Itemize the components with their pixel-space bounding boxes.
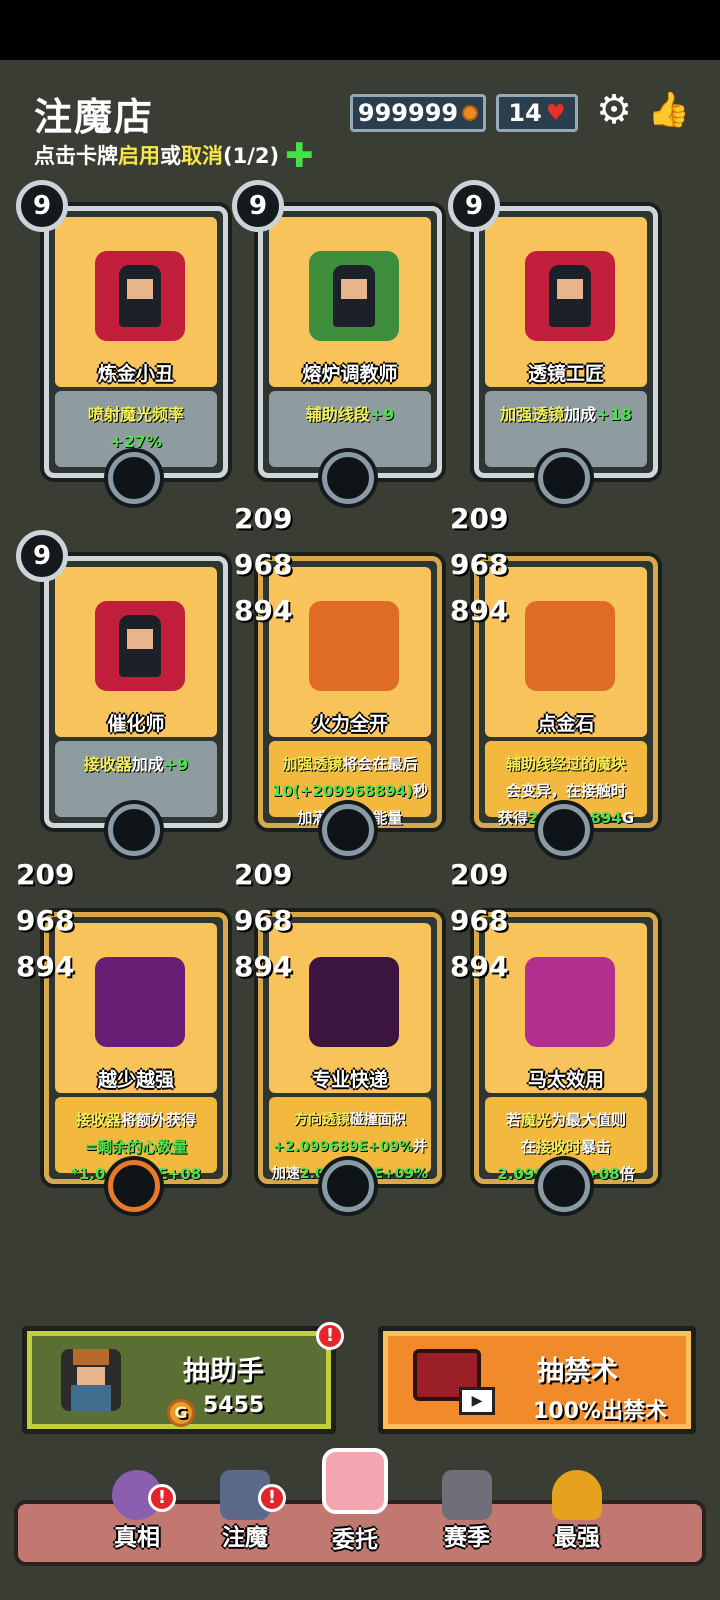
card-lens-craftsman[interactable]: 透镜工匠 加强透镜加成+18	[474, 206, 658, 478]
level-badge: 9	[448, 180, 500, 232]
card-alchemy-clown[interactable]: 炼金小丑 喷射魔光频率 +27%	[44, 206, 228, 478]
level-number: 209 968 894	[234, 858, 293, 983]
level-number: 209 968 894	[234, 502, 293, 627]
card-portrait	[95, 601, 185, 691]
coin-counter: 999999	[350, 94, 486, 132]
card-socket	[108, 452, 160, 504]
level-number: 209 968 894	[450, 502, 509, 627]
level-number: 209 968 894	[16, 858, 75, 983]
card-name: 透镜工匠	[527, 363, 604, 385]
paw-icon	[322, 1448, 388, 1514]
card-socket	[322, 452, 374, 504]
card-furnace-trainer[interactable]: 熔炉调教师 辅助线段+9	[258, 206, 442, 478]
card-socket	[108, 804, 160, 856]
level-badge: 9	[16, 180, 68, 232]
card-name: 专业快递	[311, 1069, 388, 1091]
card-name: 催化师	[107, 713, 165, 735]
card-desc: 喷射魔光频率 +27%	[87, 405, 184, 451]
helper-character-icon	[61, 1349, 121, 1411]
hint-text: 点击卡牌启用或取消(1/2) ✚	[34, 136, 314, 176]
alert-badge: !	[148, 1484, 176, 1512]
level-number: 209 968 894	[450, 858, 509, 983]
card-socket	[322, 1160, 374, 1212]
status-bar	[0, 0, 720, 60]
draw-helper-button[interactable]: 抽助手 G 5455	[22, 1326, 336, 1434]
alert-badge: !	[258, 1484, 286, 1512]
card-desc: 辅助线段+9	[305, 405, 395, 424]
card-socket	[538, 1160, 590, 1212]
card-portrait	[525, 601, 615, 691]
card-portrait	[309, 251, 399, 341]
level-badge: 9	[232, 180, 284, 232]
card-socket	[538, 804, 590, 856]
nav-strongest[interactable]: 最强	[532, 1470, 622, 1570]
thumbs-up-icon[interactable]: 👍	[644, 88, 694, 132]
card-portrait	[309, 601, 399, 691]
card-portrait	[95, 957, 185, 1047]
gear-icon[interactable]: ⚙	[592, 88, 636, 132]
card-portrait	[525, 251, 615, 341]
card-desc: 加强透镜加成+18	[500, 405, 632, 424]
nav-commission[interactable]: 委托	[310, 1448, 400, 1553]
page-title: 注魔店	[34, 95, 155, 139]
heart-counter: 14 ♥	[496, 94, 578, 132]
card-name: 越少越强	[97, 1069, 174, 1091]
nav-season[interactable]: 赛季	[422, 1470, 512, 1570]
video-ad-icon: ▶	[459, 1387, 495, 1415]
level-badge: 9	[16, 530, 68, 582]
card-portrait	[309, 957, 399, 1047]
card-name: 点金石	[537, 713, 595, 735]
coin-icon: G	[167, 1399, 195, 1427]
draw-forbidden-button[interactable]: ▶ 抽禁术 100%出禁术	[378, 1326, 696, 1434]
card-name: 炼金小丑	[97, 363, 174, 385]
card-name: 马太效用	[527, 1069, 604, 1091]
coin-icon	[462, 105, 479, 121]
card-desc: 接收器加成+9	[83, 755, 189, 774]
card-socket	[322, 804, 374, 856]
wolf-icon	[442, 1470, 492, 1520]
card-socket-filled	[108, 1160, 160, 1212]
trophy-icon	[552, 1470, 602, 1520]
card-name: 熔炉调教师	[302, 363, 398, 385]
card-name: 火力全开	[311, 713, 388, 735]
card-socket	[538, 452, 590, 504]
card-portrait	[95, 251, 185, 341]
card-portrait	[525, 957, 615, 1047]
heart-icon: ♥	[545, 100, 566, 126]
alert-badge: !	[316, 1322, 344, 1350]
card-catalyst[interactable]: 催化师 接收器加成+9	[44, 556, 228, 828]
add-icon[interactable]: ✚	[285, 139, 314, 173]
